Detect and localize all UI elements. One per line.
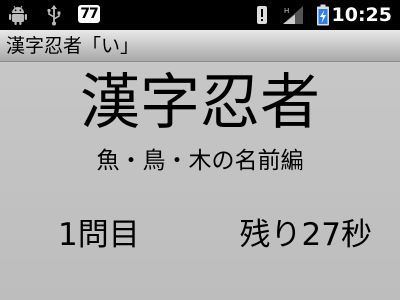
main-title: 漢字忍者 <box>80 68 320 138</box>
battery-charging-icon <box>314 3 332 27</box>
notification-count-badge: 77 <box>78 5 100 23</box>
alert-icon <box>254 3 270 27</box>
question-number: 1問目 <box>58 217 140 253</box>
time-remaining: 残り27秒 <box>239 217 372 253</box>
category-subtitle: 魚・鳥・木の名前編 <box>96 148 304 174</box>
signal-icon: H <box>280 3 306 27</box>
app-screen: 77 H 10:25 漢字忍者「い」 漢字忍者 魚・鳥・木の名前編 1問目 残り… <box>0 0 400 300</box>
usb-icon <box>42 3 66 27</box>
clock: 10:25 <box>331 4 392 26</box>
app-title: 漢字忍者「い」 <box>6 35 140 57</box>
status-bar: 77 H 10:25 <box>0 0 400 30</box>
svg-text:H: H <box>284 7 289 15</box>
app-title-bar: 漢字忍者「い」 <box>0 30 400 62</box>
android-robot-icon <box>6 3 30 27</box>
